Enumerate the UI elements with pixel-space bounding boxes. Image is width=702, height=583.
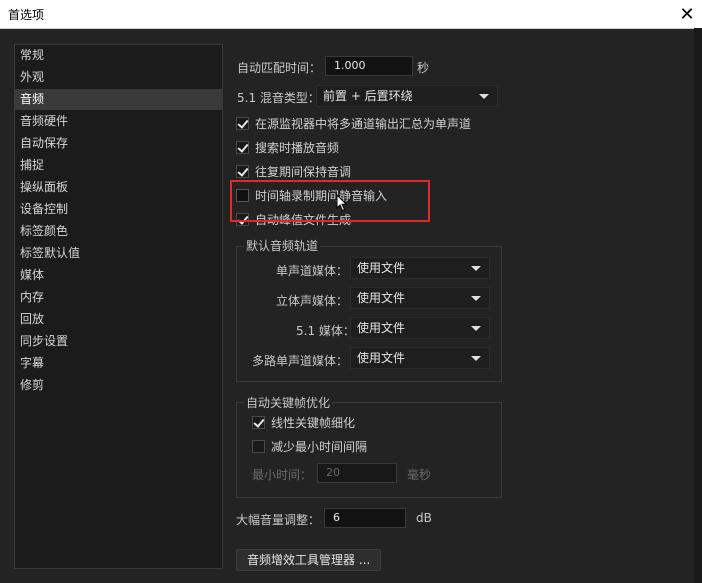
sidebar-item-capture[interactable]: 捕捉	[15, 155, 222, 176]
min-time-label: 最小时间：	[252, 468, 313, 482]
stereo-media-label: 立体声媒体：	[276, 294, 349, 308]
sidebar-item-captions[interactable]: 字幕	[15, 353, 222, 374]
checkbox-checked-icon	[236, 140, 249, 154]
multi-mono-label: 多路单声道媒体：	[252, 354, 349, 368]
sidebar-item-general[interactable]: 常规	[15, 45, 222, 66]
chevron-down-icon	[471, 326, 481, 331]
chevron-down-icon	[471, 266, 481, 271]
sidebar-item-audio[interactable]: 音频	[15, 89, 222, 110]
surround-media-select[interactable]: 使用文件	[350, 317, 490, 339]
chevron-down-icon	[471, 296, 481, 301]
auto-match-label: 自动匹配时间：	[237, 61, 322, 75]
multi-mono-select[interactable]: 使用文件	[350, 347, 490, 369]
sum-to-mono-label: 在源监视器中将多通道输出汇总为单声道	[255, 116, 472, 131]
min-time-unit: 毫秒	[407, 468, 432, 482]
reduce-interval-checkbox[interactable]: 减少最小时间间隔	[252, 437, 367, 455]
chevron-down-icon	[471, 356, 481, 361]
highlight-box	[230, 180, 430, 222]
linear-keyframe-label: 线性关键帧细化	[271, 415, 356, 430]
maintain-pitch-label: 往复期间保持音调	[255, 164, 352, 179]
close-icon[interactable]: ✕	[672, 0, 702, 28]
preferences-window: 首选项 ✕ 常规 外观 音频 音频硬件 自动保存 捕捉 操纵面板 设备控制 标签…	[0, 0, 702, 583]
chevron-down-icon	[479, 94, 489, 99]
window-title: 首选项	[8, 8, 45, 22]
gain-unit: dB	[416, 511, 432, 525]
sidebar-item-trim[interactable]: 修剪	[15, 375, 222, 396]
sidebar-item-autosave[interactable]: 自动保存	[15, 133, 222, 154]
scrub-audio-checkbox[interactable]: 搜索时播放音频	[236, 138, 339, 156]
linear-keyframe-checkbox[interactable]: 线性关键帧细化	[252, 413, 355, 431]
sidebar-item-label-defaults[interactable]: 标签默认值	[15, 243, 222, 264]
mono-media-select[interactable]: 使用文件	[350, 257, 490, 279]
sidebar-item-audio-hardware[interactable]: 音频硬件	[15, 111, 222, 132]
mono-media-label: 单声道媒体：	[276, 264, 349, 278]
checkbox-checked-icon	[236, 116, 249, 130]
mono-media-value: 使用文件	[357, 261, 406, 275]
right-edge	[694, 28, 702, 583]
sidebar-item-device-control[interactable]: 设备控制	[15, 199, 222, 220]
multi-mono-value: 使用文件	[357, 351, 406, 365]
sidebar-item-label-colors[interactable]: 标签颜色	[15, 221, 222, 242]
sidebar-item-memory[interactable]: 内存	[15, 287, 222, 308]
checkbox-checked-icon	[236, 164, 249, 178]
default-tracks-title: 默认音频轨道	[244, 237, 321, 254]
keyframe-title: 自动关键帧优化	[244, 394, 333, 411]
mix-type-label: 5.1 混音类型：	[237, 91, 320, 105]
sidebar-item-appearance[interactable]: 外观	[15, 67, 222, 88]
surround-media-label: 5.1 媒体：	[296, 324, 355, 338]
sidebar-item-sync-settings[interactable]: 同步设置	[15, 331, 222, 352]
reduce-interval-label: 减少最小时间间隔	[271, 439, 368, 454]
mix-type-value: 前置 + 后置环绕	[323, 89, 413, 103]
checkbox-unchecked-icon	[252, 439, 265, 453]
mix-type-select[interactable]: 前置 + 后置环绕	[316, 85, 498, 107]
title-bar: 首选项 ✕	[0, 0, 702, 29]
gain-label: 大幅音量调整：	[236, 513, 321, 527]
auto-match-input[interactable]: 1.000	[325, 56, 413, 76]
sum-to-mono-checkbox[interactable]: 在源监视器中将多通道输出汇总为单声道	[236, 114, 471, 132]
stereo-media-value: 使用文件	[357, 291, 406, 305]
stereo-media-select[interactable]: 使用文件	[350, 287, 490, 309]
mouse-cursor-icon	[336, 194, 348, 212]
audio-plugin-manager-button[interactable]: 音频增效工具管理器 ...	[236, 549, 382, 571]
audio-settings-panel: 自动匹配时间： 1.000 秒 5.1 混音类型： 前置 + 后置环绕 在源监视…	[224, 44, 694, 571]
sidebar-item-media[interactable]: 媒体	[15, 265, 222, 286]
auto-match-unit: 秒	[417, 61, 430, 75]
gain-input[interactable]: 6	[324, 508, 406, 528]
scrub-audio-label: 搜索时播放音频	[255, 140, 340, 155]
maintain-pitch-checkbox[interactable]: 往复期间保持音调	[236, 162, 351, 180]
surround-media-value: 使用文件	[357, 321, 406, 335]
sidebar-item-control-surface[interactable]: 操纵面板	[15, 177, 222, 198]
sidebar-item-playback[interactable]: 回放	[15, 309, 222, 330]
category-sidebar: 常规 外观 音频 音频硬件 自动保存 捕捉 操纵面板 设备控制 标签颜色 标签默…	[14, 44, 223, 569]
checkbox-checked-icon	[252, 415, 265, 429]
min-time-input[interactable]: 20	[317, 463, 397, 483]
